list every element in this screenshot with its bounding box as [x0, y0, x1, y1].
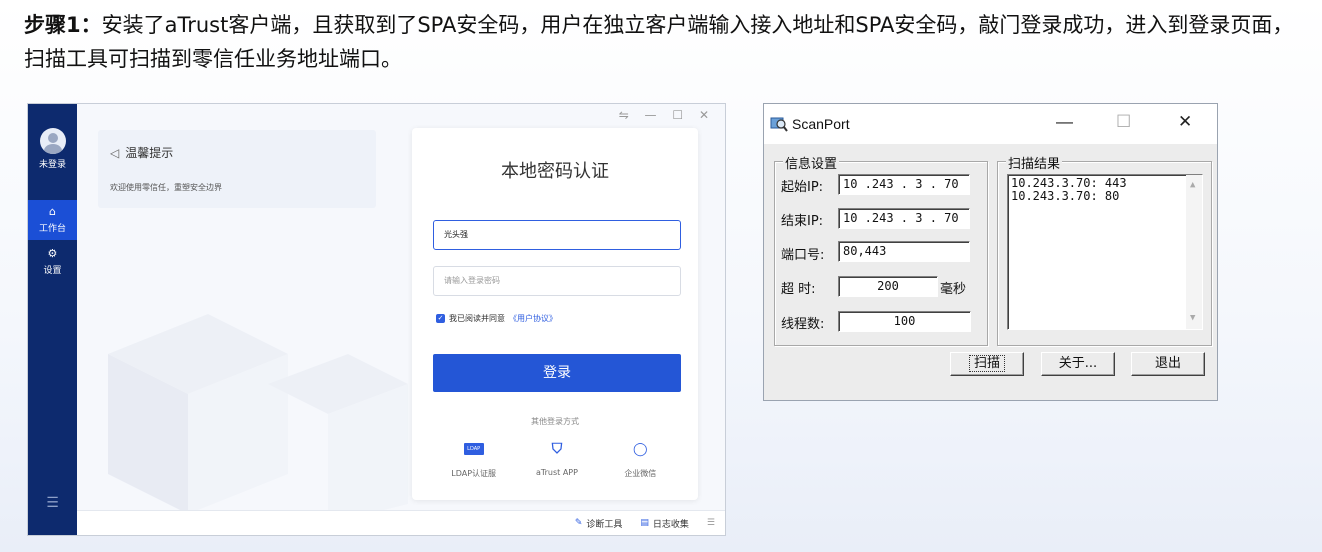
scanport-titlebar: ScanPort — ☐ ✕ — [764, 104, 1217, 144]
result-item: 10.243.3.70: 80 — [1011, 189, 1120, 203]
port-label: 端口号: — [781, 248, 825, 263]
maximize-button[interactable]: ☐ — [1116, 112, 1131, 132]
username-input[interactable]: 光头强 — [433, 220, 681, 250]
agree-checkbox[interactable]: ✓ — [436, 314, 445, 323]
shield-icon: ⛉ — [551, 441, 563, 457]
about-button[interactable]: 关于... — [1041, 352, 1115, 376]
end-ip-input[interactable]: 10 .243 . 3 . 70 — [838, 208, 970, 229]
atrust-window: 未登录 ⌂ 工作台 ⚙ 设置 ☰ ⇋ — ☐ ✕ ◁ 温馨提示 欢迎使用零信任，重… — [27, 103, 726, 536]
port-input[interactable]: 80,443 — [838, 241, 970, 262]
wechat-icon: ◯ — [633, 441, 648, 457]
sidebar-item-settings[interactable]: ⚙ 设置 — [43, 247, 62, 277]
start-ip-input[interactable]: 10 .243 . 3 . 70 — [838, 174, 970, 195]
results-scrollbar[interactable]: ▲ ▼ — [1186, 175, 1202, 329]
login-method-label: aTrust APP — [536, 468, 578, 477]
ldap-icon: LDAP — [463, 443, 484, 455]
sidebar-item-label: 工作台 — [38, 224, 66, 234]
gear-icon: ⚙ — [47, 247, 58, 260]
other-login-title: 其他登录方式 — [531, 417, 579, 426]
login-card: 本地密码认证 光头强 请输入登录密码 ✓ 我已阅读并同意 《用户协议》 登录 其… — [412, 128, 698, 500]
home-icon: ⌂ — [49, 205, 56, 218]
step-label: 步骤1： — [24, 13, 102, 37]
login-method-label: LDAP认证服 — [451, 469, 497, 478]
speaker-icon: ◁ — [110, 146, 120, 160]
other-login-methods: LDAP LDAP认证服 ⛉ aTrust APP ◯ 企业微信 — [432, 440, 682, 479]
minimize-button[interactable]: — — [1056, 112, 1073, 132]
menu-icon[interactable]: ☰ — [28, 495, 77, 511]
scroll-up-icon[interactable]: ▲ — [1190, 179, 1195, 192]
sidebar-item-workbench[interactable]: ⌂ 工作台 — [28, 200, 77, 240]
login-method-ldap[interactable]: LDAP LDAP认证服 — [434, 440, 514, 479]
login-method-atrust-app[interactable]: ⛉ aTrust APP — [517, 440, 597, 479]
timeout-input[interactable]: 200 — [838, 276, 938, 297]
agree-text: 我已阅读并同意 — [449, 314, 505, 323]
tip-title: 温馨提示 — [125, 146, 174, 160]
scanport-window: ScanPort — ☐ ✕ 信息设置 扫描结果 起始IP: 10 .243 .… — [763, 103, 1218, 401]
background-decoration — [108, 314, 408, 524]
scan-button[interactable]: 扫描 — [950, 352, 1024, 376]
scan-results-legend: 扫描结果 — [1006, 153, 1063, 172]
threads-label: 线程数: — [781, 317, 825, 332]
threads-input[interactable]: 100 — [838, 311, 971, 332]
login-title: 本地密码认证 — [501, 161, 609, 182]
user-status-label: 未登录 — [38, 160, 66, 170]
diagnose-label: 诊断工具 — [586, 519, 623, 530]
login-method-wechat[interactable]: ◯ 企业微信 — [600, 440, 680, 479]
diagnose-tool-button[interactable]: ✎ 诊断工具 — [575, 517, 623, 530]
log-collect-button[interactable]: ▤ 日志收集 — [640, 517, 689, 530]
collapse-icon[interactable]: ☰ — [707, 518, 715, 528]
window-controls[interactable]: ⇋ — ☐ ✕ — [619, 108, 715, 122]
tip-body: 欢迎使用零信任，重塑安全边界 — [110, 183, 222, 192]
timeout-label: 超 时: — [781, 282, 816, 297]
avatar[interactable] — [39, 128, 66, 154]
scanport-title: ScanPort — [792, 116, 850, 132]
end-ip-label: 结束IP: — [781, 214, 824, 229]
scan-results-list[interactable]: 10.243.3.70: 443 10.243.3.70: 80 ▲ ▼ — [1007, 174, 1203, 330]
login-button[interactable]: 登录 — [433, 354, 681, 392]
tip-card: ◁ 温馨提示 欢迎使用零信任，重塑安全边界 — [98, 130, 376, 208]
sidebar-item-label: 设置 — [43, 266, 62, 276]
start-ip-label: 起始IP: — [781, 180, 824, 195]
atrust-bottom-bar: ✎ 诊断工具 ▤ 日志收集 ☰ — [77, 510, 725, 535]
scan-button-label: 扫描 — [968, 355, 1005, 372]
user-agreement-link[interactable]: 《用户协议》 — [509, 313, 557, 324]
timeout-unit: 毫秒 — [940, 282, 967, 297]
scroll-down-icon[interactable]: ▼ — [1190, 312, 1195, 325]
exit-button[interactable]: 退出 — [1131, 352, 1205, 376]
step-description: 步骤1：安装了aTrust客户端，且获取到了SPA安全码，用户在独立客户端输入接… — [24, 8, 1304, 76]
step-text: 安装了aTrust客户端，且获取到了SPA安全码，用户在独立客户端输入接入地址和… — [24, 13, 1294, 71]
log-label: 日志收集 — [652, 519, 689, 530]
magnifier-icon — [770, 117, 788, 132]
login-method-label: 企业微信 — [624, 469, 657, 478]
info-settings-legend: 信息设置 — [783, 153, 840, 172]
atrust-sidebar: 未登录 ⌂ 工作台 ⚙ 设置 ☰ — [28, 104, 77, 535]
agreement-row: ✓ 我已阅读并同意 《用户协议》 — [436, 313, 557, 324]
close-button[interactable]: ✕ — [1178, 112, 1192, 132]
password-input[interactable]: 请输入登录密码 — [433, 266, 681, 296]
wrench-icon: ✎ — [574, 518, 583, 528]
document-icon: ▤ — [640, 518, 649, 528]
